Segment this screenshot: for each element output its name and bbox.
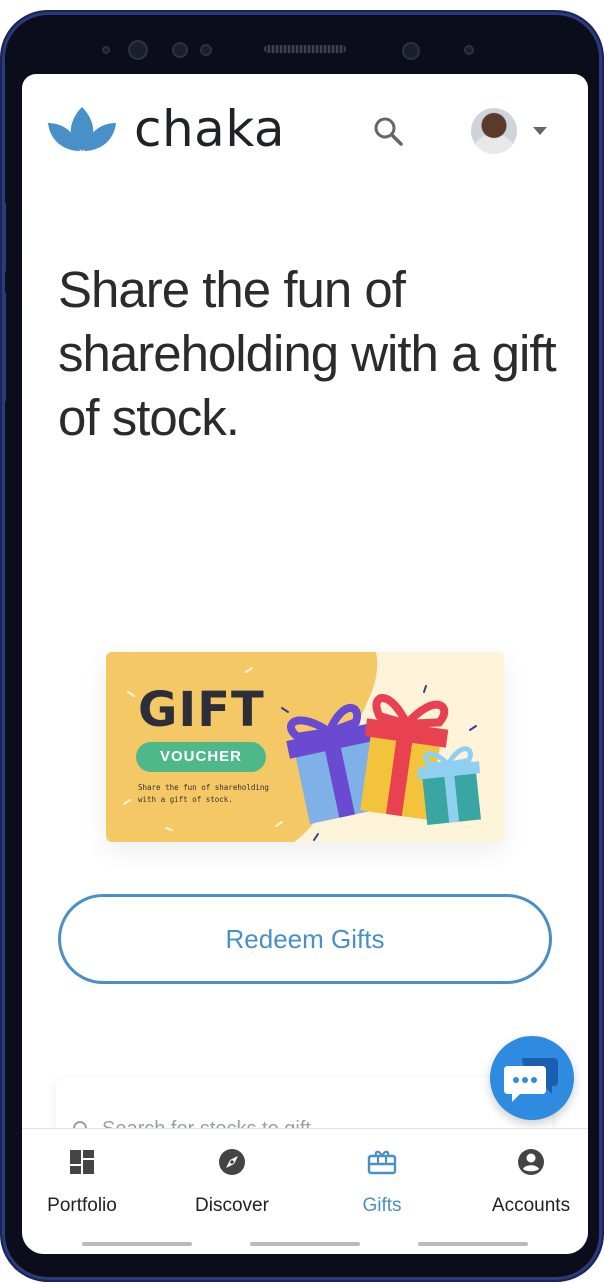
front-camera <box>128 40 148 60</box>
voucher-subtitle-line: with a gift of stock. <box>138 795 233 804</box>
nav-item-discover[interactable]: Discover <box>162 1129 302 1239</box>
account-menu[interactable] <box>471 108 547 154</box>
voucher-badge: VOUCHER <box>136 742 266 772</box>
avatar <box>471 108 517 154</box>
nav-item-accounts[interactable]: Accounts <box>461 1129 588 1239</box>
phone-frame: chaka Share the fun of shareholding with… <box>2 12 602 1280</box>
nav-label: Discover <box>195 1195 269 1216</box>
caret-down-icon <box>533 127 547 135</box>
home-indicator <box>418 1242 528 1246</box>
sensor-dot <box>200 44 212 56</box>
chat-button[interactable] <box>490 1036 574 1120</box>
search-button[interactable] <box>371 114 405 148</box>
gift-boxes-illustration <box>281 685 482 841</box>
home-indicator <box>250 1242 360 1246</box>
chat-bubble-icon <box>504 1058 558 1102</box>
redeem-gifts-button[interactable]: Redeem Gifts <box>58 894 552 984</box>
voucher-subtitle: Share the fun of shareholding with a gif… <box>138 782 288 806</box>
gift-card-icon <box>367 1150 397 1175</box>
app-header: chaka <box>22 74 588 184</box>
search-icon <box>374 117 403 146</box>
earpiece-speaker <box>264 45 346 53</box>
sensor-dot <box>102 46 110 54</box>
page-headline: Share the fun of shareholding with a gif… <box>58 261 557 446</box>
sensor-dot <box>464 45 474 55</box>
gift-voucher-card: GIFT VOUCHER Share the fun of shareholdi… <box>106 652 504 842</box>
sensor-dot <box>172 42 188 58</box>
dashboard-icon <box>70 1150 94 1174</box>
nav-label: Gifts <box>362 1195 402 1216</box>
nav-label: Accounts <box>491 1195 571 1216</box>
compass-icon <box>219 1149 245 1175</box>
volume-button <box>2 202 6 272</box>
front-camera <box>402 42 420 60</box>
gift-title: GIFT <box>138 682 265 738</box>
side-button <box>2 292 6 402</box>
brand-logo[interactable]: chaka <box>46 104 285 154</box>
bottom-navigation: Portfolio Discover Gifts Accounts <box>22 1128 588 1254</box>
account-circle-icon <box>518 1149 544 1175</box>
home-indicator <box>82 1242 192 1246</box>
nav-item-portfolio[interactable]: Portfolio <box>22 1129 152 1239</box>
voucher-subtitle-line: Share the fun of shareholding <box>138 783 269 792</box>
nav-item-gifts[interactable]: Gifts <box>312 1129 452 1239</box>
brand-name: chaka <box>134 100 286 158</box>
phone-top-bezel <box>2 12 602 78</box>
app-screen: chaka Share the fun of shareholding with… <box>22 74 588 1254</box>
lotus-logo-icon <box>48 107 116 151</box>
nav-label: Portfolio <box>47 1195 117 1216</box>
